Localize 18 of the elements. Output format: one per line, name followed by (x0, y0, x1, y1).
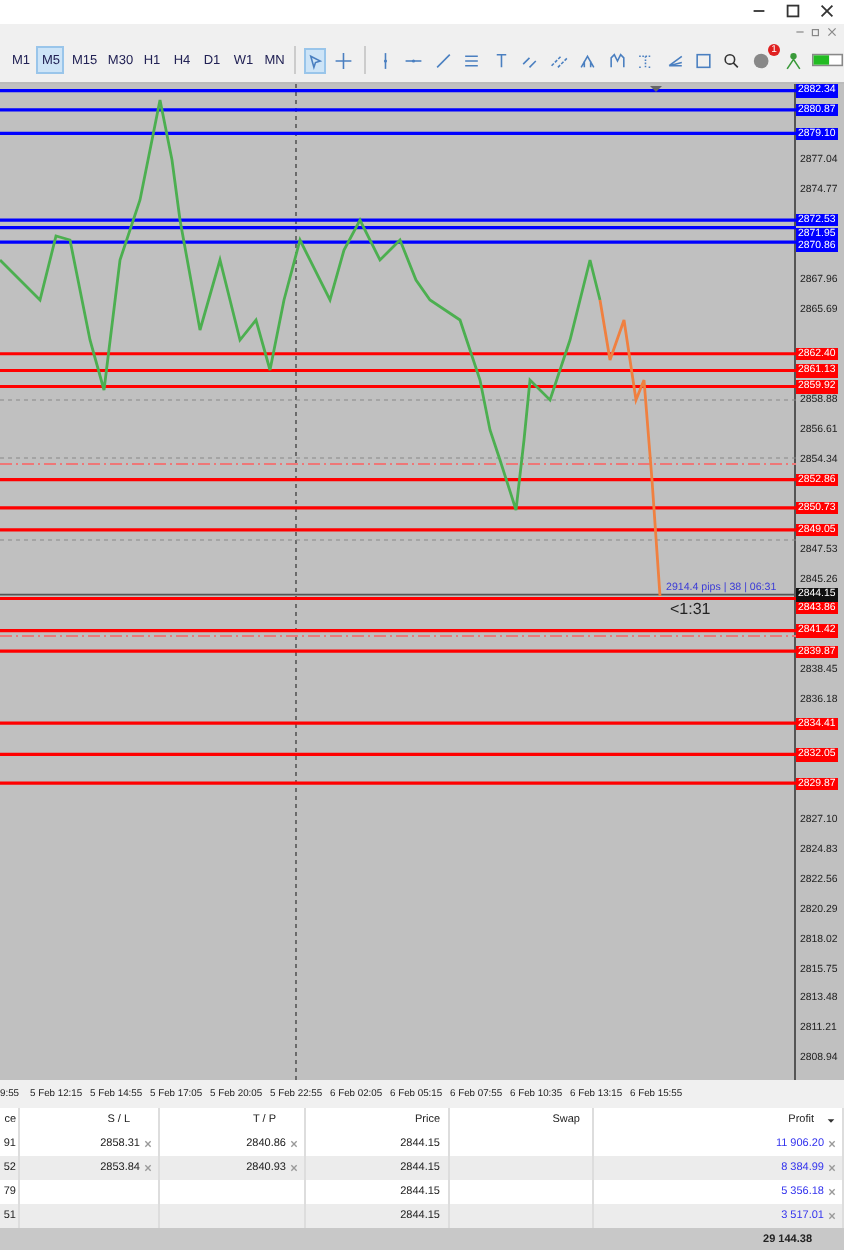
channel-icon[interactable] (462, 49, 482, 72)
user-icon[interactable] (783, 49, 803, 72)
label-tool-icon[interactable] (636, 49, 655, 72)
text-tool-icon[interactable] (491, 49, 511, 72)
rectangle-tool-icon[interactable] (693, 49, 713, 72)
close-icon[interactable] (818, 2, 836, 21)
search-icon[interactable] (722, 49, 742, 72)
countdown-label: <1:31 (670, 600, 711, 619)
crosshair-icon[interactable] (334, 49, 354, 72)
restore-icon[interactable] (810, 25, 822, 38)
sort-icon (826, 1115, 836, 1125)
shift-marker-icon[interactable] (650, 86, 662, 93)
cursor-icon[interactable] (305, 49, 325, 72)
maximize-icon[interactable] (784, 2, 802, 21)
connection-status-icon (812, 52, 844, 69)
pattern-icon[interactable] (607, 49, 627, 72)
pitchfork-icon[interactable] (578, 49, 598, 72)
trendline-icon[interactable] (433, 49, 453, 72)
